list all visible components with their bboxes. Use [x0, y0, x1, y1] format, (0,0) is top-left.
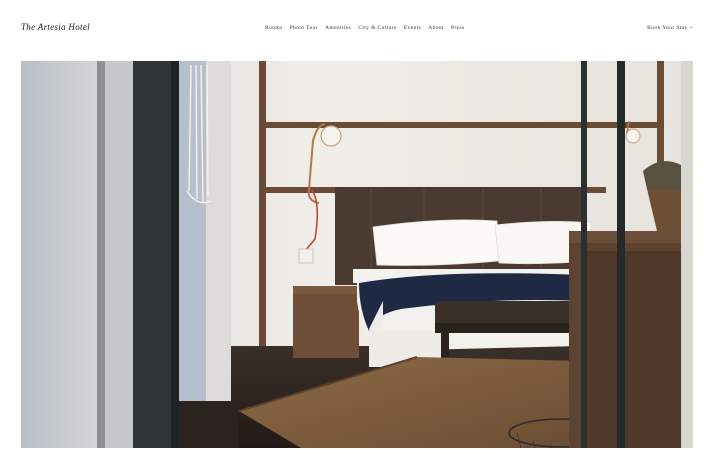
nav-item-events[interactable]: Events [404, 25, 421, 31]
nav-item-rooms[interactable]: Rooms [265, 25, 283, 31]
nav-item-press[interactable]: Press [451, 25, 465, 31]
nav-item-amenities[interactable]: Amenities [325, 25, 351, 31]
site-header: The Artesia Hotel Rooms Photo Tour Ameni… [0, 0, 716, 60]
nav-item-about[interactable]: About [428, 25, 444, 31]
site-logo[interactable]: The Artesia Hotel [21, 22, 90, 32]
main-nav: Rooms Photo Tour Amenities City & Cultur… [265, 25, 465, 31]
hero-image [21, 61, 693, 448]
book-your-stay-link[interactable]: Book Your Stay + [647, 25, 693, 31]
nav-item-photo-tour[interactable]: Photo Tour [290, 25, 318, 31]
nav-item-city-culture[interactable]: City & Culture [358, 25, 397, 31]
hotel-room-photo [21, 61, 693, 448]
